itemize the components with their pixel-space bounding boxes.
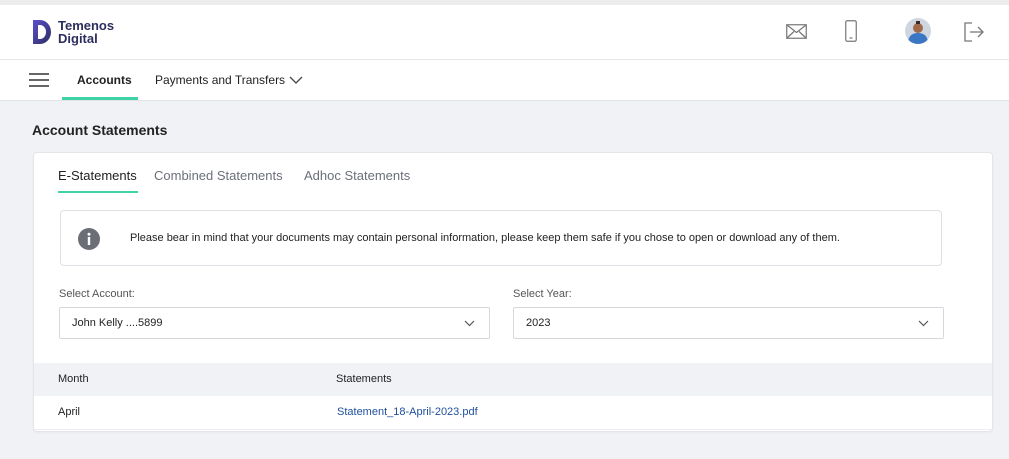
select-account-label: Select Account: (59, 288, 135, 300)
statement-download-link[interactable]: Statement_18-April-2023.pdf (337, 406, 478, 418)
year-select[interactable]: 2023 (513, 307, 944, 339)
tab-adhoc-statements[interactable]: Adhoc Statements (304, 168, 410, 183)
main-nav: Accounts Payments and Transfers (0, 60, 1009, 101)
avatar[interactable] (905, 18, 931, 44)
page-title: Account Statements (32, 122, 168, 138)
tab-e-statements[interactable]: E-Statements (58, 168, 137, 183)
logout-icon[interactable] (963, 22, 985, 42)
nav-accounts[interactable]: Accounts (77, 60, 132, 100)
statements-card: E-Statements Combined Statements Adhoc S… (33, 152, 993, 432)
tab-active-underline (58, 191, 138, 193)
logo-mark-icon (33, 20, 51, 44)
nav-active-underline (62, 97, 138, 100)
chevron-down-icon[interactable] (289, 76, 303, 84)
account-select-value: John Kelly ....5899 (72, 317, 163, 329)
column-header-month: Month (58, 373, 89, 385)
chevron-down-icon (918, 320, 929, 327)
table-row: April Statement_18-April-2023.pdf (34, 396, 992, 430)
mobile-icon[interactable] (845, 20, 857, 42)
tab-combined-statements[interactable]: Combined Statements (154, 168, 283, 183)
year-select-value: 2023 (526, 317, 551, 329)
info-text: Please bear in mind that your documents … (130, 232, 840, 244)
avatar-image (905, 18, 931, 44)
hamburger-icon[interactable] (29, 73, 49, 87)
info-banner: Please bear in mind that your documents … (60, 210, 942, 266)
row-month: April (58, 406, 81, 418)
logo[interactable]: Temenos Digital (31, 18, 114, 46)
column-header-statements: Statements (336, 373, 392, 385)
nav-payments-transfers[interactable]: Payments and Transfers (155, 60, 285, 100)
info-icon (78, 228, 100, 250)
account-select[interactable]: John Kelly ....5899 (59, 307, 490, 339)
table-header: Month Statements (34, 363, 992, 396)
mail-icon[interactable] (786, 24, 807, 39)
select-year-label: Select Year: (513, 288, 572, 300)
logo-line2: Digital (58, 31, 98, 46)
chevron-down-icon (464, 320, 475, 327)
logo-text: Temenos Digital (58, 19, 114, 45)
app-header: Temenos Digital (0, 5, 1009, 60)
